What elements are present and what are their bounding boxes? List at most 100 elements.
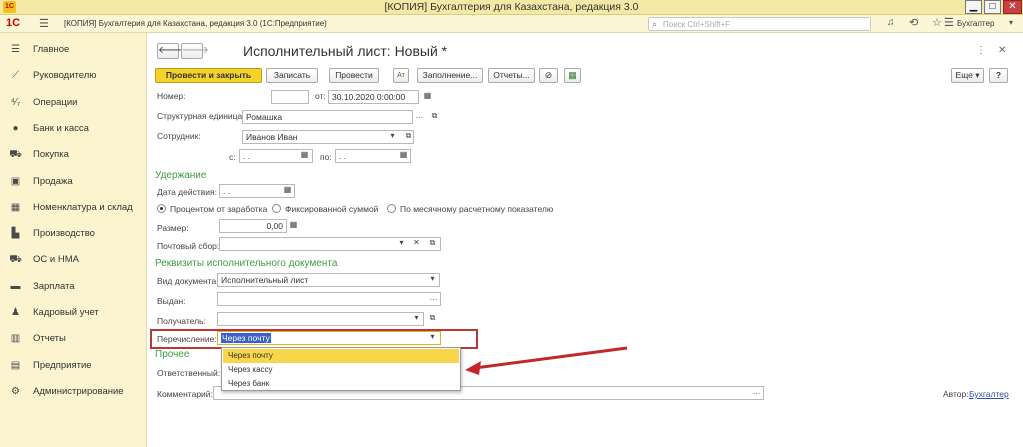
dropdown-arrow-icon[interactable]: ▾	[426, 331, 439, 345]
sidebar-item-11[interactable]: ▥ Отчеты	[0, 326, 147, 352]
form-title: Исполнительный лист: Новый *	[243, 43, 448, 59]
sidebar-item-label: Кадровый учет	[33, 307, 99, 318]
sidebar-item-8[interactable]: ⛟ ОС и НМА	[0, 247, 147, 273]
sidebar-item-4[interactable]: ⛟ Покупка	[0, 142, 147, 168]
radio-percent-label: Процентом от заработка	[170, 204, 268, 214]
post-and-close-button[interactable]: Провести и закрыть	[155, 68, 262, 83]
sidebar-item-13[interactable]: ⚙ Администрирование	[0, 379, 147, 405]
minimize-button[interactable]: ▁	[965, 0, 982, 14]
arrow-shaft	[474, 346, 628, 370]
radio-mrp-label: По месячному расчетному показателю	[400, 204, 554, 214]
history-icon[interactable]: ⟲	[909, 16, 918, 29]
doc-type-field[interactable]: Исполнительный лист	[217, 273, 440, 287]
sidebar-item-12[interactable]: ▤ Предприятие	[0, 353, 147, 379]
sidebar-item-label: Отчеты	[33, 333, 66, 345]
deduction-header: Удержание	[155, 170, 207, 181]
factory-icon: ▙	[11, 228, 20, 240]
transfer-dropdown-list: Через почту Через кассу Через банк	[221, 347, 461, 391]
author-link[interactable]: Бухгалтер	[969, 389, 1009, 399]
recipient-field[interactable]	[217, 312, 424, 326]
post-button[interactable]: Провести	[329, 68, 379, 83]
number-field[interactable]	[271, 90, 309, 104]
radio-percent[interactable]	[157, 204, 166, 213]
sidebar-item-5[interactable]: ▣ Продажа	[0, 169, 147, 195]
sidebar-item-3[interactable]: ● Банк и касса	[0, 116, 147, 142]
select-ellipsis-icon[interactable]: …	[750, 386, 763, 400]
open-link-icon[interactable]: ⧉	[402, 130, 415, 144]
table-icon[interactable]: ▦	[564, 68, 581, 83]
sidebar-item-6[interactable]: ▦ Номенклатура и склад	[0, 195, 147, 221]
dropdown-option-cash[interactable]: Через кассу	[223, 363, 459, 377]
more-button-label: Еще	[955, 70, 973, 80]
fill-button[interactable]: Заполнение...	[417, 68, 483, 83]
forward-button[interactable]: 🡒	[181, 43, 209, 59]
search-input[interactable]: ⌕ Поиск Ctrl+Shift+F	[648, 17, 871, 31]
settings-icon[interactable]: ☰	[944, 16, 954, 29]
reports-icon: ▥	[10, 333, 21, 345]
radio-fixed[interactable]	[272, 204, 281, 213]
clear-icon[interactable]: ✕	[410, 237, 423, 251]
sidebar-item-7[interactable]: ▙ Производство	[0, 221, 147, 247]
bag-icon: ▣	[10, 175, 21, 187]
dropdown-option-post[interactable]: Через почту	[223, 349, 459, 363]
open-link-icon[interactable]: ⧉	[426, 237, 439, 251]
maximize-button[interactable]: □	[984, 0, 1001, 14]
reports-button[interactable]: Отчеты...	[488, 68, 535, 83]
save-button[interactable]: Записать	[266, 68, 318, 83]
enterprise-icon: ▤	[10, 359, 21, 371]
unit-field[interactable]: Ромашка	[242, 110, 413, 124]
dropdown-arrow-icon[interactable]: ▾	[410, 312, 423, 326]
more-vert-icon[interactable]: ⋮	[976, 45, 986, 56]
sidebar-item-label: Зарплата	[33, 280, 75, 292]
sidebar-item-label: Главное	[33, 44, 70, 55]
sidebar-item-label: Банк и касса	[33, 122, 89, 134]
assets-icon: ⛟	[9, 254, 22, 266]
period-to-label: по:	[320, 152, 332, 162]
sidebar-item-label: Администрирование	[33, 385, 124, 397]
close-window-button[interactable]: ✕	[1003, 0, 1022, 14]
calendar-icon[interactable]: ▦	[281, 184, 294, 198]
calculator-icon[interactable]: ▦	[287, 219, 300, 233]
back-button[interactable]: 🡐	[157, 43, 185, 59]
sidebar-item-9[interactable]: ▬ Зарплата	[0, 274, 147, 300]
sidebar-item-0[interactable]: ☰ Главное	[0, 37, 147, 63]
unit-label: Структурная единица:	[157, 111, 245, 121]
comment-label: Комментарий:	[157, 389, 213, 399]
bell-icon[interactable]: ♫	[887, 17, 895, 28]
hamburger-icon[interactable]: ☰	[39, 17, 49, 30]
date-field[interactable]: 30.10.2020 0:00:00	[328, 90, 419, 104]
close-form-icon[interactable]: ✕	[998, 45, 1006, 56]
dt-kt-icon[interactable]: Ат	[393, 68, 409, 83]
open-link-icon[interactable]: ⧉	[428, 110, 441, 124]
author-label: Автор:	[943, 389, 969, 399]
issued-field[interactable]	[217, 292, 441, 306]
sidebar-item-label: Операции	[33, 96, 78, 108]
brand-logo: 1С	[6, 17, 21, 29]
open-link-icon[interactable]: ⧉	[426, 312, 439, 326]
calendar-icon[interactable]: ▦	[421, 90, 434, 104]
select-ellipsis-icon[interactable]: …	[413, 110, 426, 124]
dropdown-arrow-icon[interactable]: ▾	[426, 273, 439, 287]
help-button[interactable]: ?	[989, 68, 1008, 83]
search-placeholder: Поиск Ctrl+Shift+F	[663, 20, 731, 29]
size-field[interactable]: 0,00	[219, 219, 287, 233]
calendar-icon[interactable]: ▦	[397, 149, 410, 163]
chevron-down-icon[interactable]: ▾	[1009, 18, 1013, 27]
sidebar-item-1[interactable]: ⟋ Руководителю	[0, 63, 147, 89]
menu-icon: ☰	[11, 44, 20, 55]
dropdown-arrow-icon[interactable]: ▾	[395, 237, 408, 251]
select-ellipsis-icon[interactable]: …	[427, 292, 440, 306]
sidebar-item-10[interactable]: ♟ Кадровый учет	[0, 300, 147, 326]
transfer-field[interactable]: Через почту	[217, 331, 441, 345]
sidebar-item-2[interactable]: ⁴⁄₇ Операции	[0, 90, 147, 116]
people-icon: ♟	[11, 307, 20, 318]
user-name[interactable]: Бухгалтер	[957, 19, 994, 28]
calendar-icon[interactable]: ▦	[298, 149, 311, 163]
star-icon[interactable]: ☆	[932, 16, 942, 29]
attachment-icon[interactable]: ⊘	[539, 68, 558, 83]
dropdown-option-bank[interactable]: Через банк	[223, 377, 459, 391]
postal-label: Почтовый сбор:	[157, 241, 220, 251]
dropdown-arrow-icon[interactable]: ▾	[386, 130, 399, 144]
more-button[interactable]: Еще ▾	[951, 68, 984, 83]
radio-mrp[interactable]	[387, 204, 396, 213]
